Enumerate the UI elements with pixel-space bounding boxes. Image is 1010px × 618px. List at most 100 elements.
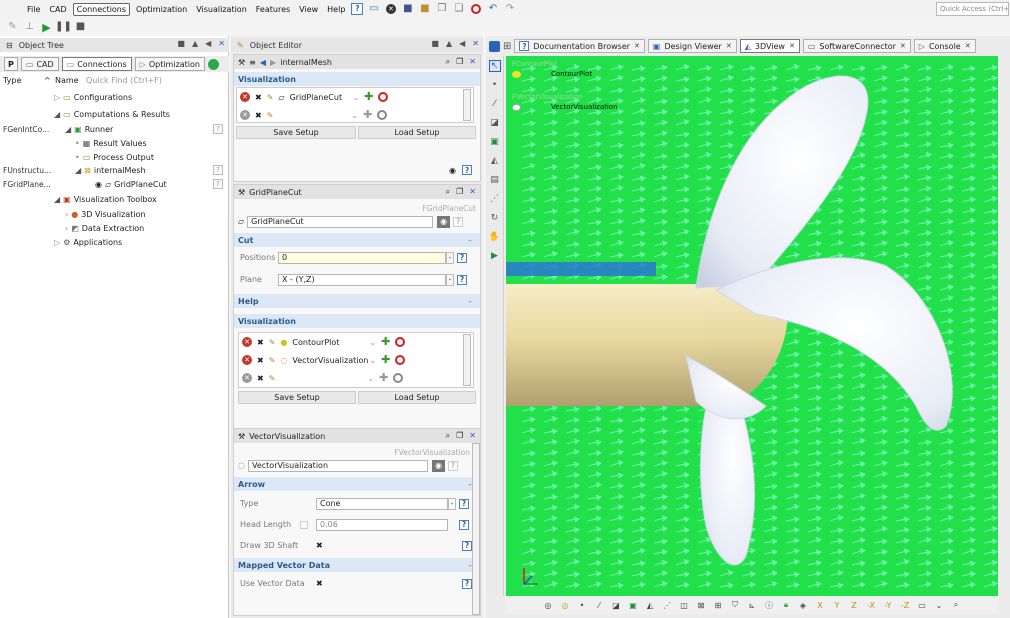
help-button[interactable]: ? [459, 519, 469, 530]
eye-icon[interactable]: ◉ [437, 215, 451, 228]
section-visualization[interactable]: Visualization [234, 314, 480, 328]
head-length-field[interactable]: 0.06 [316, 518, 448, 531]
tab-optimization[interactable]: ▷ Optimization [134, 57, 205, 71]
help-badge[interactable]: ? [213, 124, 223, 134]
dropdown-icon[interactable]: ⌄ [369, 356, 376, 365]
load-setup-button[interactable]: Load Setup [358, 126, 476, 139]
chevron-down-icon[interactable]: ⌄ [933, 599, 945, 611]
grid-icon[interactable]: ⊞ [503, 41, 511, 52]
help-button[interactable]: ? [457, 252, 467, 263]
menu-cad[interactable]: CAD [46, 4, 69, 15]
info-icon[interactable]: ⓘ [763, 599, 775, 611]
add-icon[interactable]: ✚ [381, 354, 390, 365]
pencil-icon[interactable]: ✎ [267, 111, 274, 120]
view-negx-icon[interactable]: -X [865, 599, 877, 611]
type-select[interactable]: Cone [316, 497, 448, 510]
help-button[interactable]: ? [459, 498, 469, 509]
menu-optimization[interactable]: Optimization [133, 4, 190, 15]
stop-icon[interactable] [395, 337, 406, 347]
panel-scrollbar[interactable] [472, 443, 480, 615]
view-y-icon[interactable]: Y [831, 599, 843, 611]
help-button[interactable]: ? [447, 460, 458, 471]
section-cut[interactable]: Cut – [234, 233, 480, 247]
tree-item-configurations[interactable]: ▷ ▭ Configurations [54, 91, 132, 104]
left-icon[interactable]: ◀ [205, 39, 211, 48]
up-icon[interactable]: ▲ [192, 39, 198, 48]
close-tab-icon[interactable]: ✕ [965, 42, 971, 50]
help-button[interactable]: ? [457, 274, 467, 285]
dropdown-icon[interactable]: ⌄ [369, 338, 376, 347]
copy-icon[interactable]: ❐ [435, 3, 448, 16]
surface-icon[interactable]: ◪ [489, 117, 501, 129]
search-icon[interactable]: ⌕ [446, 431, 450, 441]
draw-shaft-toggle[interactable]: ✖ [316, 541, 323, 550]
forward-icon[interactable]: ▶ [270, 58, 276, 67]
add-icon[interactable]: ✚ [363, 109, 372, 120]
col-type[interactable]: Type [3, 76, 21, 85]
quick-access-input[interactable]: Quick Access (Ctrl+ [936, 2, 1009, 16]
remove-icon[interactable]: ✕ [240, 92, 250, 102]
tab-cad[interactable]: ▭ CAD [20, 57, 59, 71]
stop-icon[interactable] [378, 92, 389, 102]
eye-icon[interactable]: ◉ [449, 166, 456, 175]
plane-select[interactable]: X - (Y,Z) [278, 273, 446, 286]
point-icon[interactable]: • [489, 79, 501, 91]
dock-icon[interactable]: ■ [177, 39, 185, 48]
left-icon[interactable]: ◀ [459, 39, 465, 48]
search-icon[interactable]: ⌕ [446, 57, 450, 67]
vis-row-empty[interactable]: ✕ ✖ ✎ ⌄ ✚ [239, 369, 473, 387]
vis-row[interactable]: ✕ ✖ ✎ ● ContourPlot ⌄ ✚ [239, 333, 473, 351]
stop-icon[interactable] [469, 3, 482, 16]
help-button[interactable]: ? [462, 540, 472, 551]
stop-icon[interactable] [395, 355, 406, 365]
toggle-icon[interactable]: ✖ [255, 93, 262, 102]
use-vector-toggle[interactable]: ✖ [316, 579, 323, 588]
menu-visualization[interactable]: Visualization [193, 4, 250, 15]
zoom-icon[interactable]: ⌕ [950, 599, 962, 611]
toggle-icon[interactable]: ✖ [257, 374, 264, 383]
view-negz-icon[interactable]: -Z [899, 599, 911, 611]
add-icon[interactable]: ✚ [379, 372, 388, 383]
measure-icon[interactable]: ⋰ [661, 599, 673, 611]
flask-icon[interactable]: ⊥ [23, 21, 36, 34]
tree-item-computations[interactable]: ◢ ▭ Computations & Results [54, 108, 170, 121]
tab-console[interactable]: ▷ Console ✕ [913, 39, 976, 53]
folder-icon[interactable]: ▭ [367, 3, 380, 16]
dot-icon[interactable]: • [576, 599, 588, 611]
toggle-icon[interactable]: ✖ [255, 111, 262, 120]
menu-view[interactable]: View [296, 4, 321, 15]
paste-icon[interactable]: ❏ [452, 3, 465, 16]
remove-icon[interactable]: ✕ [242, 373, 252, 383]
measure-icon[interactable]: ⋰ [489, 193, 501, 205]
pencil-icon[interactable]: ✎ [269, 356, 276, 365]
window-icon[interactable] [489, 40, 500, 52]
record-icon[interactable]: ▶ [489, 250, 501, 262]
line-icon[interactable]: ⁄ [489, 98, 501, 110]
menu-file[interactable]: File [24, 4, 43, 15]
load-setup-button[interactable]: Load Setup [358, 391, 476, 404]
eye-icon[interactable]: ◉ [431, 459, 445, 472]
save-icon[interactable]: ■ [401, 3, 414, 16]
vis-row-empty[interactable]: ✕ ✖ ✎ ⌄ ✚ [237, 106, 473, 124]
p-icon[interactable]: P [4, 57, 18, 71]
tree-item-internalmesh[interactable]: ◢ ⊠ internalMesh [75, 164, 146, 177]
back-icon[interactable]: ◀ [260, 58, 266, 67]
tab-softwareconnector[interactable]: ▭ SoftwareConnector ✕ [802, 39, 911, 53]
section-mapped-vector[interactable]: Mapped Vector Data – [234, 558, 480, 572]
tree-item-runner[interactable]: ◢ ▣ Runner [65, 123, 113, 136]
close-icon[interactable]: ✕ [469, 431, 476, 441]
sort-icon[interactable]: ^ [44, 76, 51, 85]
pause-icon[interactable]: ❚❚ [55, 21, 72, 34]
copy-icon[interactable]: ❐ [456, 57, 463, 67]
pencil-icon[interactable]: ✎ [267, 93, 274, 102]
close-tab-icon[interactable]: ✕ [726, 42, 732, 50]
grid-icon[interactable]: ⊞ [712, 599, 724, 611]
section-help[interactable]: Help – [234, 294, 480, 308]
col-name[interactable]: Name [55, 76, 79, 85]
play-icon[interactable]: ▶ [40, 21, 53, 34]
copy-icon[interactable]: ❐ [456, 431, 463, 441]
collapse-icon[interactable]: ◢ [65, 125, 71, 134]
collapse-icon[interactable]: ◢ [75, 166, 81, 175]
tree-item-3d-visualization[interactable]: › ● 3D Visualization [65, 208, 146, 221]
shield-icon[interactable]: ⛉ [729, 599, 741, 611]
